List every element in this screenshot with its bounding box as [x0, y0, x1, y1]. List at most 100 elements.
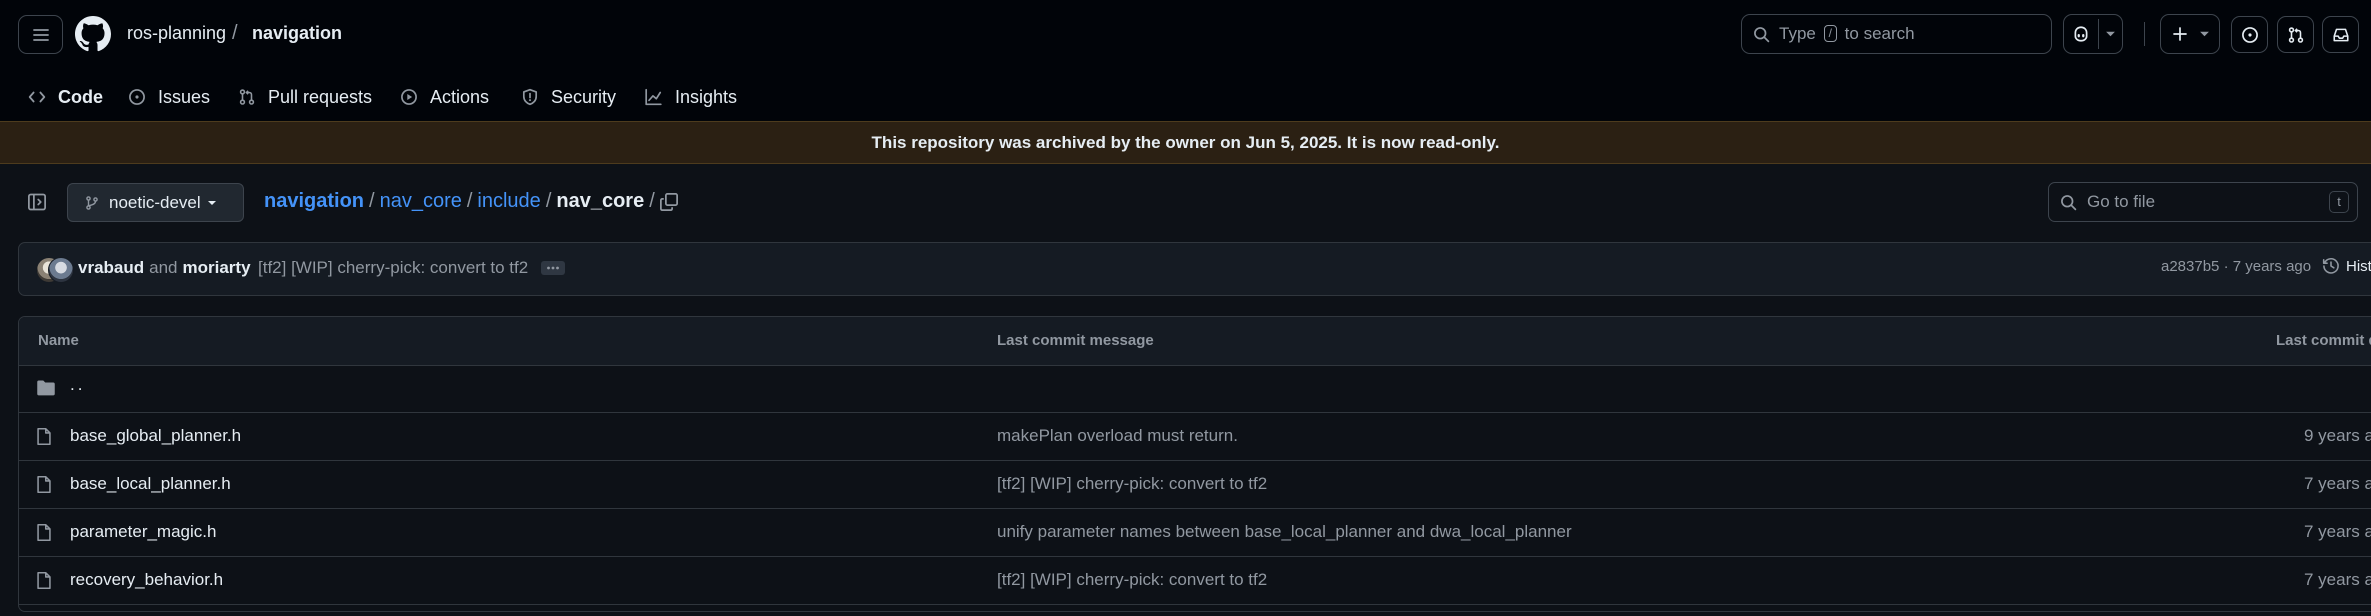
archived-banner: This repository was archived by the owne…: [0, 121, 2371, 164]
file-name-link[interactable]: base_local_planner.h: [70, 474, 231, 494]
path-link-nav-core[interactable]: nav_core: [380, 190, 462, 212]
file-commit-message-link[interactable]: makePlan overload must return.: [997, 426, 1238, 446]
go-to-file-input[interactable]: Go to file t: [2048, 182, 2358, 222]
file-commit-date: 7 years ago: [2304, 522, 2371, 541]
tab-label: Actions: [430, 86, 490, 107]
parent-directory-row[interactable]: ..: [19, 365, 2371, 413]
path-link-navigation[interactable]: navigation: [264, 190, 364, 212]
file-name-link[interactable]: base_global_planner.h: [70, 426, 241, 446]
branch-name: noetic-devel: [109, 192, 201, 212]
folder-icon: [36, 379, 56, 397]
copilot-icon: [2072, 25, 2090, 43]
path-separator: /: [369, 190, 375, 212]
tab-pull-requests[interactable]: Pull requests: [238, 72, 372, 122]
path-separator: /: [545, 190, 552, 212]
commit-hash-and-age[interactable]: a2837b5 · 7 years ago: [2161, 258, 2311, 275]
pull-requests-button[interactable]: [2277, 16, 2314, 53]
file-commit-date: 7 years ago: [2304, 570, 2371, 589]
shield-icon: [521, 88, 539, 106]
commit-message-link[interactable]: [tf2] [WIP] cherry-pick: convert to tf2: [258, 258, 528, 278]
search-shortcut-key: /: [1823, 25, 1837, 42]
table-row[interactable]: recovery_behavior.h [tf2] [WIP] cherry-p…: [19, 557, 2371, 605]
git-branch-icon: [84, 195, 100, 211]
table-header: Name Last commit message Last commit dat…: [19, 317, 2371, 366]
tab-label: Security: [551, 86, 617, 107]
tab-security[interactable]: Security: [521, 72, 616, 122]
file-commit-message-link[interactable]: [tf2] [WIP] cherry-pick: convert to tf2: [997, 474, 1267, 494]
commit-author-link[interactable]: moriarty: [183, 258, 251, 277]
plus-icon: [2172, 26, 2188, 42]
path-current-folder: nav_core: [556, 190, 645, 212]
file-name-link[interactable]: parameter_magic.h: [70, 522, 216, 542]
file-name-link[interactable]: recovery_behavior.h: [70, 570, 223, 590]
header-divider: [2144, 22, 2145, 46]
file-icon: [36, 523, 52, 542]
expand-commit-button[interactable]: [541, 261, 565, 275]
file-commit-message-link[interactable]: [tf2] [WIP] cherry-pick: convert to tf2: [997, 570, 1267, 590]
global-header: ros-planning / navigation Type / to sear…: [0, 0, 2371, 124]
tab-issues[interactable]: Issues: [128, 72, 210, 122]
file-icon: [36, 427, 52, 446]
file-commit-date: 9 years ago: [2304, 426, 2371, 445]
breadcrumb-separator: /: [232, 22, 238, 44]
hamburger-icon: [32, 27, 50, 43]
sidebar-toggle-icon[interactable]: [27, 192, 47, 212]
tab-label: Issues: [158, 86, 211, 107]
search-icon: [2060, 194, 2077, 211]
commit-authors-conjunction: and: [149, 258, 178, 277]
table-row[interactable]: base_local_planner.h [tf2] [WIP] cherry-…: [19, 461, 2371, 509]
commit-author-link[interactable]: vrabaud: [78, 258, 144, 277]
global-search-input[interactable]: Type / to search: [1741, 14, 2052, 54]
divider: [2098, 19, 2099, 49]
tab-actions[interactable]: Actions: [400, 72, 489, 122]
path-link-include[interactable]: include: [477, 190, 540, 212]
parent-directory-link[interactable]: ..: [70, 375, 85, 395]
tab-insights[interactable]: Insights: [644, 72, 737, 122]
search-icon: [1753, 26, 1770, 43]
file-commit-message-link[interactable]: unify parameter names between base_local…: [997, 522, 1572, 542]
code-icon: [28, 88, 46, 106]
path-separator: /: [649, 190, 655, 212]
column-header-message: Last commit message: [997, 332, 1154, 349]
branch-selector[interactable]: noetic-devel: [67, 183, 244, 222]
issue-opened-icon: [2241, 26, 2259, 44]
ellipsis-icon: [546, 266, 560, 270]
commit-authors: vrabaud and moriarty: [78, 258, 251, 278]
repo-owner-link[interactable]: ros-planning: [127, 21, 226, 45]
history-icon: [2322, 257, 2340, 275]
issues-button[interactable]: [2231, 16, 2268, 53]
file-icon: [36, 571, 52, 590]
chevron-down-icon: [2199, 30, 2210, 38]
github-logo-icon[interactable]: [75, 16, 111, 57]
repo-name-link[interactable]: navigation: [252, 21, 342, 45]
create-new-button[interactable]: [2160, 14, 2220, 54]
column-header-name: Name: [38, 332, 79, 349]
commit-avatars[interactable]: [36, 257, 74, 283]
git-pull-request-icon: [238, 88, 256, 106]
chevron-down-icon: [207, 200, 217, 206]
history-button[interactable]: History: [2322, 257, 2371, 275]
latest-commit-box: vrabaud and moriarty [tf2] [WIP] cherry-pi…: [18, 242, 2371, 296]
column-header-date: Last commit date: [2276, 332, 2371, 349]
copy-icon[interactable]: [659, 192, 679, 212]
tab-label: Insights: [675, 86, 738, 107]
shortcut-key: t: [2329, 191, 2349, 213]
git-pull-request-icon: [2287, 26, 2305, 44]
graph-icon: [644, 88, 663, 106]
play-icon: [400, 88, 418, 106]
copilot-button[interactable]: [2063, 14, 2123, 54]
tab-code[interactable]: Code: [27, 72, 104, 124]
inbox-button[interactable]: [2322, 16, 2359, 53]
tab-label: Code: [58, 86, 103, 107]
file-icon: [36, 475, 52, 494]
file-path-breadcrumb: navigation / nav_core / include / nav_core /: [264, 189, 660, 213]
menu-button[interactable]: [18, 15, 63, 54]
go-to-file-placeholder: Go to file: [2087, 192, 2156, 211]
history-label: History: [2346, 257, 2371, 275]
chevron-down-icon[interactable]: [2105, 30, 2116, 38]
table-row[interactable]: base_global_planner.h makePlan overload …: [19, 413, 2371, 461]
avatar[interactable]: [48, 257, 74, 283]
file-table: Name Last commit message Last commit dat…: [18, 316, 2371, 612]
table-row[interactable]: parameter_magic.h unify parameter names …: [19, 509, 2371, 557]
path-separator: /: [466, 190, 473, 212]
